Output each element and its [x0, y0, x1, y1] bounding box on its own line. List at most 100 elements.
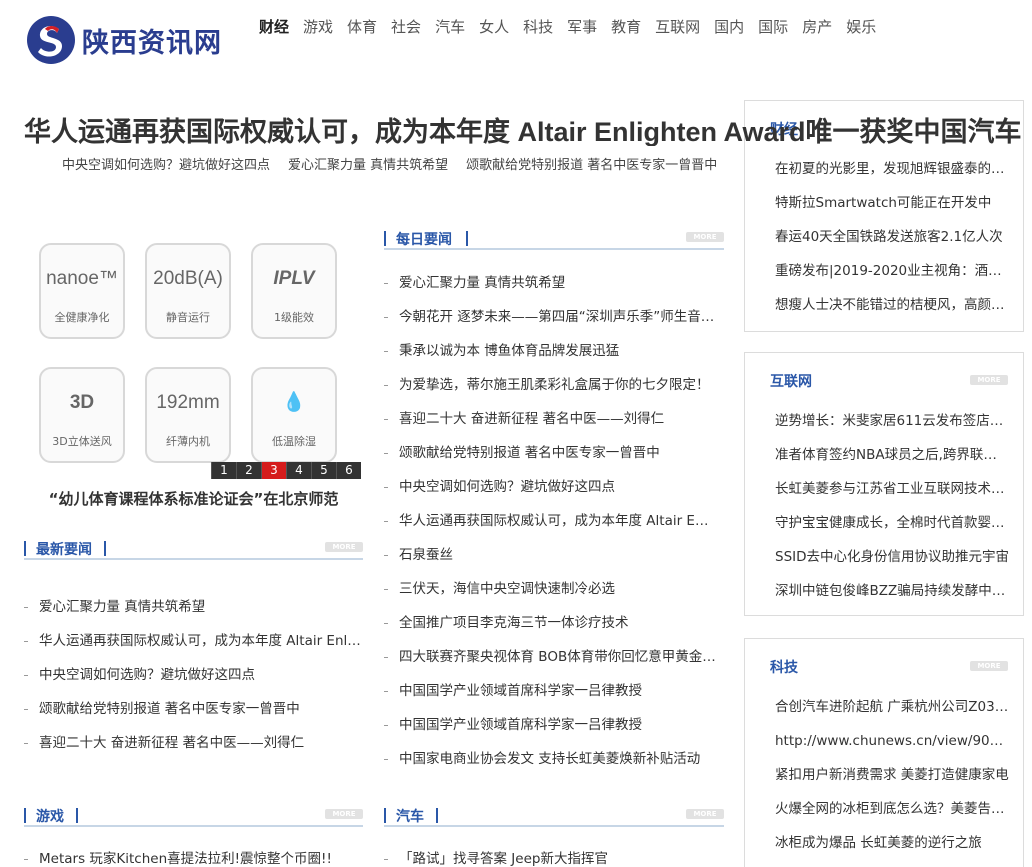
daily-list: 爱心汇聚力量 真情共筑希望 今朝花开 逐梦未来——第四届“深圳声乐季”师生音乐会…	[384, 273, 716, 783]
sublink[interactable]: 爱心汇聚力量 真情共筑希望	[288, 154, 448, 173]
list-item[interactable]: 石泉蚕丝	[384, 545, 716, 579]
section-bar	[436, 808, 438, 823]
games-section-header: 游戏 MORE	[24, 805, 363, 827]
more-button[interactable]: MORE	[325, 809, 363, 819]
list-item[interactable]: http://www.chunews.cn/view/90930.html	[775, 731, 1009, 765]
games-list: Metars 玩家Kitchen喜提法拉利!震惊整个币圈!!	[24, 849, 363, 867]
auto-list: 「路试」找寻答案 Jeep新大指挥官	[384, 849, 716, 867]
droplet-icon: 💧	[282, 392, 306, 413]
list-item[interactable]: 深圳中链包俊峰BZZ骗局持续发酵中受害者	[775, 581, 1009, 615]
feature-value: nanoe™	[46, 268, 118, 289]
nav-item-women[interactable]: 女人	[479, 17, 509, 37]
list-item[interactable]: 在初夏的光影里，发现旭辉银盛泰的美好生活	[775, 159, 1009, 193]
pager-button[interactable]: 4	[286, 462, 311, 479]
list-item[interactable]: 长虹美菱参与江苏省工业互联网技术创新	[775, 479, 1009, 513]
latest-list: 爱心汇聚力量 真情共筑希望 华人运通再获国际权威认可，成为本年度 Altair …	[24, 597, 363, 767]
nav-item-education[interactable]: 教育	[611, 17, 641, 37]
list-item[interactable]: 特斯拉Smartwatch可能正在开发中	[775, 193, 1009, 227]
nav-item-entertainment[interactable]: 娱乐	[846, 17, 876, 37]
more-button[interactable]: MORE	[325, 542, 363, 552]
nav-item-sports[interactable]: 体育	[347, 17, 377, 37]
finance-list: 在初夏的光影里，发现旭辉银盛泰的美好生活 特斯拉Smartwatch可能正在开发…	[775, 159, 1009, 329]
section-title: 每日要闻	[396, 232, 452, 248]
section-title: 游戏	[36, 809, 64, 825]
list-item[interactable]: 火爆全网的冰柜到底怎么选？美菱告诉你	[775, 799, 1009, 833]
nav-item-tech[interactable]: 科技	[523, 17, 553, 37]
list-item[interactable]: 爱心汇聚力量 真情共筑希望	[384, 273, 716, 307]
feature-label: 静音运行	[166, 311, 210, 324]
image-slider[interactable]: nanoe™ 全健康净化 20dB(A) 静音运行 IPLV 1级能效 3D 3…	[24, 228, 363, 480]
nav-item-games[interactable]: 游戏	[303, 17, 333, 37]
nav-item-finance[interactable]: 财经	[259, 17, 289, 37]
list-item[interactable]: 中国国学产业领域首席科学家一吕律教授	[384, 715, 716, 749]
nav-item-society[interactable]: 社会	[391, 17, 421, 37]
list-item[interactable]: 中央空调如何选购？避坑做好这四点	[24, 665, 363, 699]
nav-item-realestate[interactable]: 房产	[802, 17, 832, 37]
pager-button[interactable]: 2	[236, 462, 261, 479]
sublink[interactable]: 颂歌献给党特别报道 著名中医专家一曾晋中	[466, 154, 717, 173]
main-nav: 财经 游戏 体育 社会 汽车 女人 科技 军事 教育 互联网 国内 国际 房产 …	[259, 17, 890, 37]
more-button[interactable]: MORE	[970, 661, 1008, 671]
list-item[interactable]: 四大联赛齐聚央视体育 BOB体育带你回忆意甲黄金时代	[384, 647, 716, 681]
list-item[interactable]: 中国家电商业协会发文 支持长虹美菱焕新补贴活动	[384, 749, 716, 783]
feature-card: 192mm 纤薄内机	[145, 367, 231, 463]
slider-caption[interactable]: “幼儿体育课程体系标准论证会”在北京师范	[24, 488, 363, 509]
list-item[interactable]: 春运40天全国铁路发送旅客2.1亿人次	[775, 227, 1009, 261]
list-item[interactable]: 想瘦人士决不能错过的桔梗风，高颜值又显瘦	[775, 295, 1009, 329]
list-item[interactable]: 华人运通再获国际权威认可，成为本年度 Altair Enlighten	[24, 631, 363, 665]
section-bar	[384, 231, 386, 246]
headline[interactable]: 华人运通再获国际权威认可，成为本年度 Altair Enlighten Awar…	[24, 110, 1032, 146]
site-logo[interactable]: 陕西资讯网	[26, 14, 256, 66]
daily-section-header: 每日要闻 MORE	[384, 228, 724, 250]
pager-button-active[interactable]: 3	[261, 462, 286, 479]
list-item[interactable]: 颂歌献给党特别报道 著名中医专家一曾晋中	[24, 699, 363, 733]
list-item[interactable]: 合创汽车进阶起航 广乘杭州公司Z03上市	[775, 697, 1009, 731]
list-item[interactable]: 中国国学产业领域首席科学家一吕律教授	[384, 681, 716, 715]
pager-button[interactable]: 1	[211, 462, 236, 479]
feature-card: nanoe™ 全健康净化	[39, 243, 125, 339]
feature-card: 3D 3D立体送风	[39, 367, 125, 463]
nav-item-international[interactable]: 国际	[758, 17, 788, 37]
feature-label: 纤薄内机	[166, 435, 210, 448]
list-item[interactable]: 中央空调如何选购？避坑做好这四点	[384, 477, 716, 511]
section-bar	[24, 541, 26, 556]
more-button[interactable]: MORE	[686, 809, 724, 819]
list-item[interactable]: SSID去中心化身份信用协议助推元宇宙	[775, 547, 1009, 581]
more-button[interactable]: MORE	[686, 232, 724, 242]
list-item[interactable]: 「路试」找寻答案 Jeep新大指挥官	[384, 849, 716, 867]
list-item[interactable]: 准者体育签约NBA球员之后,跨界联名再出新品	[775, 445, 1009, 479]
nav-item-auto[interactable]: 汽车	[435, 17, 465, 37]
list-item[interactable]: 为爱挚选，蒂尔施王肌柔彩礼盒属于你的七夕限定！	[384, 375, 716, 409]
list-item[interactable]: 冰柜成为爆品 长虹美菱的逆行之旅	[775, 833, 1009, 867]
section-bar	[24, 808, 26, 823]
feature-card: 💧 低温除湿	[251, 367, 337, 463]
list-item[interactable]: 逆势增长：米斐家居611云发布签店破千	[775, 411, 1009, 445]
more-button[interactable]: MORE	[970, 375, 1008, 385]
logo-text: 陕西资讯网	[82, 27, 222, 59]
sublink[interactable]: 中央空调如何选购？避坑做好这四点	[62, 154, 270, 173]
list-item[interactable]: 重磅发布|2019-2020业主视角：酒店投资报告	[775, 261, 1009, 295]
list-item[interactable]: 全国推广项目李克海三节一体诊疗技术	[384, 613, 716, 647]
list-item[interactable]: 喜迎二十大 奋进新征程 著名中医——刘得仁	[384, 409, 716, 443]
pager-button[interactable]: 6	[336, 462, 361, 479]
list-item[interactable]: 紧扣用户新消费需求 美菱打造健康家电	[775, 765, 1009, 799]
list-item[interactable]: 秉承以诚为本 博鱼体育品牌发展迅猛	[384, 341, 716, 375]
section-title: 最新要闻	[36, 542, 92, 558]
nav-item-military[interactable]: 军事	[567, 17, 597, 37]
feature-value: 192mm	[156, 392, 220, 413]
list-item[interactable]: 爱心汇聚力量 真情共筑希望	[24, 597, 363, 631]
pager-button[interactable]: 5	[311, 462, 336, 479]
section-bar	[384, 808, 386, 823]
section-bar	[104, 541, 106, 556]
list-item[interactable]: 喜迎二十大 奋进新征程 著名中医——刘得仁	[24, 733, 363, 767]
list-item[interactable]: Metars 玩家Kitchen喜提法拉利!震惊整个币圈!!	[24, 849, 363, 867]
nav-item-domestic[interactable]: 国内	[714, 17, 744, 37]
nav-item-internet[interactable]: 互联网	[655, 17, 700, 37]
internet-list: 逆势增长：米斐家居611云发布签店破千 准者体育签约NBA球员之后,跨界联名再出…	[775, 411, 1009, 615]
list-item[interactable]: 三伏天，海信中央空调快速制冷必选	[384, 579, 716, 613]
list-item[interactable]: 华人运通再获国际权威认可，成为本年度 Altair Enlighten	[384, 511, 716, 545]
list-item[interactable]: 守护宝宝健康成长，全棉时代首款婴儿纸尿裤	[775, 513, 1009, 547]
list-item[interactable]: 颂歌献给党特别报道 著名中医专家一曾晋中	[384, 443, 716, 477]
list-item[interactable]: 今朝花开 逐梦未来——第四届“深圳声乐季”师生音乐会	[384, 307, 716, 341]
auto-section-header: 汽车 MORE	[384, 805, 724, 827]
